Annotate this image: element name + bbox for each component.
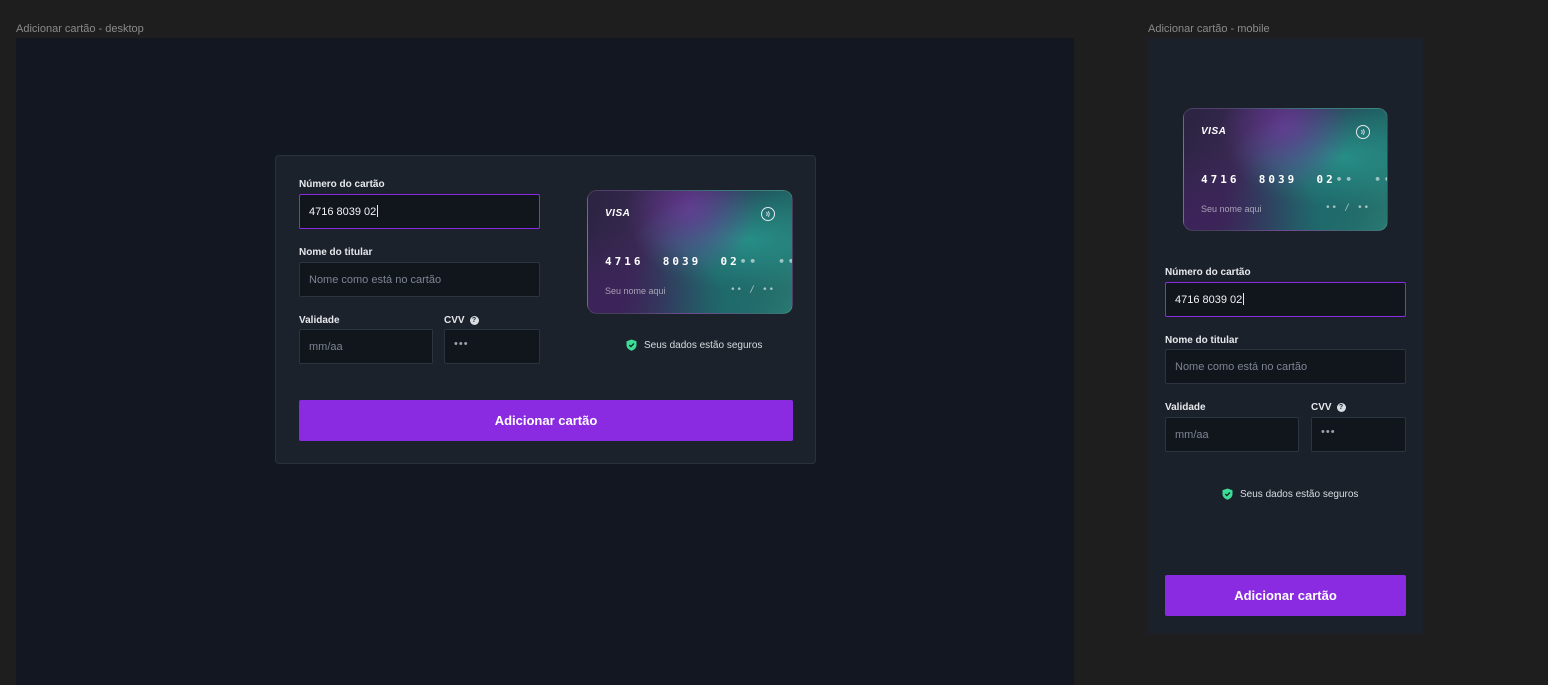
card-number-visible: 4716 8039 02 (1201, 173, 1336, 186)
expiry-label-text: Validade (1165, 402, 1206, 413)
frame-label-mobile: Adicionar cartão - mobile (1148, 23, 1270, 35)
secure-text: Seus dados estão seguros (644, 339, 763, 351)
card-holder-name: Seu nome aqui (1201, 204, 1262, 214)
mobile-frame: VISA 4716 8039 02•• •••• Seu nome aqui •… (1148, 38, 1423, 634)
cvv-label: CVV ? (1311, 402, 1346, 413)
card-number-label: Número do cartão (299, 179, 385, 190)
card-expiry: •• / •• (730, 285, 775, 295)
secure-notice: Seus dados estão seguros (626, 339, 762, 351)
cvv-input[interactable]: ••• (1311, 417, 1406, 452)
card-number-mask: •• •••• (739, 255, 792, 268)
card-preview-mobile: VISA 4716 8039 02•• •••• Seu nome aqui •… (1183, 108, 1388, 231)
expiry-label: Validade (299, 315, 340, 326)
card-number-mask: •• •••• (1335, 173, 1387, 186)
desktop-frame: Número do cartão 4716 8039 02 Nome do ti… (16, 38, 1074, 685)
card-number-input[interactable]: 4716 8039 02 (1165, 282, 1406, 317)
cvv-input[interactable]: ••• (444, 329, 540, 364)
card-number-value: 4716 8039 02 (1175, 294, 1243, 306)
card-number-display: 4716 8039 02•• •••• (605, 255, 792, 268)
card-number-visible: 4716 8039 02 (605, 255, 740, 268)
card-number-input[interactable]: 4716 8039 02 (299, 194, 540, 229)
add-card-panel: Número do cartão 4716 8039 02 Nome do ti… (275, 155, 816, 464)
add-card-button[interactable]: Adicionar cartão (299, 400, 793, 441)
visa-logo: VISA (1201, 126, 1227, 137)
holder-name-placeholder: Nome como está no cartão (309, 273, 442, 286)
cvv-placeholder: ••• (1321, 425, 1336, 438)
frame-label-desktop: Adicionar cartão - desktop (16, 23, 144, 35)
holder-label: Nome do titular (1165, 335, 1238, 346)
expiry-input[interactable]: mm/aa (1165, 417, 1299, 452)
card-expiry: •• / •• (1325, 203, 1370, 213)
contactless-icon (1356, 125, 1370, 139)
card-number-label: Número do cartão (1165, 267, 1251, 278)
holder-name-input[interactable]: Nome como está no cartão (299, 262, 540, 297)
visa-logo: VISA (605, 208, 631, 219)
holder-label: Nome do titular (299, 247, 372, 258)
cvv-label: CVV ? (444, 315, 479, 326)
cvv-label-text: CVV (1311, 402, 1332, 413)
help-icon[interactable]: ? (1336, 403, 1346, 412)
card-number-label-text: Número do cartão (299, 179, 385, 190)
card-number-value: 4716 8039 02 (309, 206, 377, 218)
expiry-placeholder: mm/aa (309, 340, 343, 353)
secure-notice: Seus dados estão seguros (1222, 488, 1358, 500)
card-holder-name: Seu nome aqui (605, 286, 666, 296)
card-number-display: 4716 8039 02•• •••• (1201, 173, 1387, 186)
card-preview: VISA 4716 8039 02•• •••• Seu nome aqui •… (587, 190, 793, 314)
expiry-input[interactable]: mm/aa (299, 329, 433, 364)
cvv-placeholder: ••• (454, 337, 469, 350)
cvv-label-text: CVV (444, 315, 465, 326)
expiry-label: Validade (1165, 402, 1206, 413)
card-number-label-text: Número do cartão (1165, 267, 1251, 278)
secure-text: Seus dados estão seguros (1240, 488, 1359, 500)
contactless-icon (761, 207, 775, 221)
shield-check-icon (626, 339, 637, 351)
add-card-button[interactable]: Adicionar cartão (1165, 575, 1406, 616)
holder-name-input[interactable]: Nome como está no cartão (1165, 349, 1406, 384)
holder-label-text: Nome do titular (299, 247, 373, 258)
holder-name-placeholder: Nome como está no cartão (1175, 360, 1308, 373)
expiry-label-text: Validade (299, 315, 340, 326)
expiry-placeholder: mm/aa (1175, 428, 1209, 441)
shield-check-icon (1222, 488, 1233, 500)
holder-label-text: Nome do titular (1165, 335, 1239, 346)
help-icon[interactable]: ? (469, 316, 479, 325)
